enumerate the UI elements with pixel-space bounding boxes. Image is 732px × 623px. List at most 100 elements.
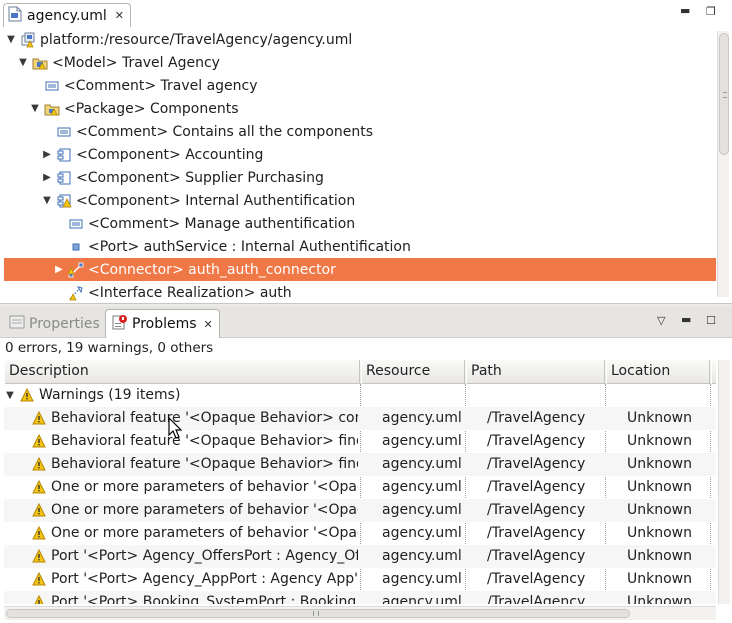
collapse-triangle-icon[interactable]: ▼	[4, 34, 18, 45]
problem-row[interactable]: One or more parameters of behavior '<Opa…	[4, 476, 716, 499]
column-header-type[interactable]: T	[711, 360, 716, 384]
warning-icon	[32, 502, 46, 521]
comment-icon	[68, 216, 84, 232]
scrollbar-thumb[interactable]	[719, 33, 729, 155]
problem-path: /TravelAgency	[487, 410, 586, 426]
tree-item[interactable]: ▶ <Component> Accounting	[4, 143, 263, 166]
tree-item[interactable]: <Interface Realization> auth	[4, 281, 292, 301]
close-icon[interactable]: ✕	[115, 9, 124, 22]
warning-icon	[32, 479, 46, 498]
collapse-triangle-icon[interactable]: ▼	[28, 103, 42, 114]
component-icon	[56, 170, 72, 186]
column-header-description[interactable]: Description	[4, 360, 360, 384]
problem-description: Port '<Port> Agency_AppPort : Agency App…	[51, 571, 358, 587]
column-header-path[interactable]: Path	[466, 360, 605, 384]
tree-item-label: <Component> Internal Authentification	[76, 192, 356, 209]
problems-horizontal-scrollbar[interactable]	[4, 606, 716, 620]
problem-description: Behavioral feature '<Opaque Behavior> co…	[51, 410, 358, 426]
tree-vertical-scrollbar[interactable]	[717, 31, 729, 297]
problem-row[interactable]: Port '<Port> Agency_AppPort : Agency App…	[4, 568, 716, 591]
problem-row[interactable]: Behavioral feature '<Opaque Behavior> fi…	[4, 430, 716, 453]
expand-triangle-icon[interactable]: ▶	[40, 172, 54, 183]
tree-item-label: <Port> authService : Internal Authentifi…	[88, 238, 411, 255]
problem-row[interactable]: One or more parameters of behavior '<Opa…	[4, 499, 716, 522]
tree-item[interactable]: <Port> authService : Internal Authentifi…	[4, 235, 411, 258]
tree-item[interactable]: <Comment> Contains all the components	[4, 120, 373, 143]
problems-icon	[112, 314, 128, 334]
tree-item[interactable]: ▼ <Component> Internal Authentification	[4, 189, 355, 212]
warning-icon	[32, 571, 46, 590]
tree-item-label: <Component> Supplier Purchasing	[76, 169, 324, 186]
problem-resource: agency.uml	[382, 456, 462, 472]
maximize-icon[interactable]: ❐	[706, 5, 716, 18]
tree-item-label: <Component> Accounting	[76, 146, 264, 163]
problem-row[interactable]: Behavioral feature '<Opaque Behavior> fi…	[4, 453, 716, 476]
scrollbar-thumb[interactable]	[6, 609, 630, 618]
problem-row[interactable]: Port '<Port> Agency_OffersPort : Agency_…	[4, 545, 716, 568]
problem-description: One or more parameters of behavior '<Opa…	[51, 525, 358, 541]
warning-icon	[32, 456, 46, 475]
problem-row[interactable]: Behavioral feature '<Opaque Behavior> co…	[4, 407, 716, 430]
problem-row[interactable]: One or more parameters of behavior '<Opa…	[4, 522, 716, 545]
warning-group-row[interactable]: ▼ Warnings (19 items)	[4, 384, 716, 407]
maximize-icon[interactable]: ☐	[706, 314, 716, 327]
problem-path: /TravelAgency	[487, 525, 586, 541]
port-icon	[68, 239, 84, 255]
tree-item[interactable]: ▼ <Package> Components	[4, 97, 238, 120]
problems-summary: 0 errors, 19 warnings, 0 others	[5, 340, 214, 356]
problems-view: Properties Problems ✕ ▽ ▬ ☐ 0 errors, 19…	[0, 306, 732, 623]
tree-item[interactable]: ▶ <Connector> auth_auth_connector	[4, 258, 716, 281]
tree-item[interactable]: ▼ <Model> Travel Agency	[4, 51, 220, 74]
uml-editor: agency.uml ✕ ▬ ❐ ▼ platform:/resource/Tra…	[0, 0, 732, 304]
problem-row[interactable]: Port '<Port> Booking_SystemPort : Bookin…	[4, 591, 716, 604]
problem-location: Unknown	[627, 525, 692, 541]
view-menu-icon[interactable]: ▽	[657, 314, 665, 327]
minimize-icon[interactable]: ▬	[680, 4, 690, 17]
problem-path: /TravelAgency	[487, 594, 586, 604]
problems-table: Description Resource Path Location T ▼ W…	[4, 360, 716, 604]
tab-properties[interactable]: Properties	[3, 309, 106, 338]
tree-item[interactable]: <Comment> Manage authentification	[4, 212, 355, 235]
view-tab-bar: Properties Problems ✕ ▽ ▬ ☐	[0, 306, 732, 338]
uml-file-icon	[8, 6, 22, 26]
problem-location: Unknown	[627, 548, 692, 564]
model-icon	[32, 55, 48, 71]
warning-icon	[32, 525, 46, 544]
warning-icon	[32, 548, 46, 567]
warning-icon	[32, 433, 46, 452]
problem-resource: agency.uml	[382, 410, 462, 426]
tree-item[interactable]: ▼ platform:/resource/TravelAgency/agency.…	[4, 28, 352, 51]
collapse-triangle-icon[interactable]: ▼	[40, 195, 54, 206]
problem-path: /TravelAgency	[487, 548, 586, 564]
tab-problems-label: Problems	[132, 316, 197, 332]
column-header-location[interactable]: Location	[606, 360, 710, 384]
comment-icon	[56, 124, 72, 140]
mouse-cursor-icon	[168, 416, 183, 443]
problem-location: Unknown	[627, 502, 692, 518]
problem-resource: agency.uml	[382, 479, 462, 495]
expand-triangle-icon[interactable]: ▶	[52, 264, 66, 275]
close-icon[interactable]: ✕	[204, 318, 213, 331]
editor-tab-label: agency.uml	[27, 7, 107, 24]
problem-resource: agency.uml	[382, 502, 462, 518]
resource-set-icon	[20, 32, 36, 48]
tree-item-label: <Comment> Contains all the components	[76, 123, 374, 140]
warning-icon	[32, 410, 46, 429]
minimize-icon[interactable]: ▬	[681, 313, 691, 326]
tab-problems[interactable]: Problems ✕	[105, 309, 220, 338]
tree-item-label: <Comment> Manage authentification	[88, 215, 356, 232]
expand-triangle-icon[interactable]: ▶	[40, 149, 54, 160]
column-header-resource[interactable]: Resource	[361, 360, 465, 384]
scrollbar-grip	[723, 92, 727, 98]
problem-location: Unknown	[627, 479, 692, 495]
connector-icon	[68, 262, 84, 278]
problem-description: One or more parameters of behavior '<Opa…	[51, 502, 358, 518]
tree-item[interactable]: ▶ <Component> Supplier Purchasing	[4, 166, 324, 189]
editor-tab-agency-uml[interactable]: agency.uml ✕	[3, 3, 132, 27]
problem-path: /TravelAgency	[487, 433, 586, 449]
tree-item[interactable]: <Comment> Travel agency	[4, 74, 258, 97]
problem-resource: agency.uml	[382, 525, 462, 541]
problems-vertical-scrollbar[interactable]	[718, 360, 730, 604]
collapse-triangle-icon[interactable]: ▼	[16, 57, 30, 68]
collapse-triangle-icon[interactable]: ▼	[4, 384, 16, 407]
